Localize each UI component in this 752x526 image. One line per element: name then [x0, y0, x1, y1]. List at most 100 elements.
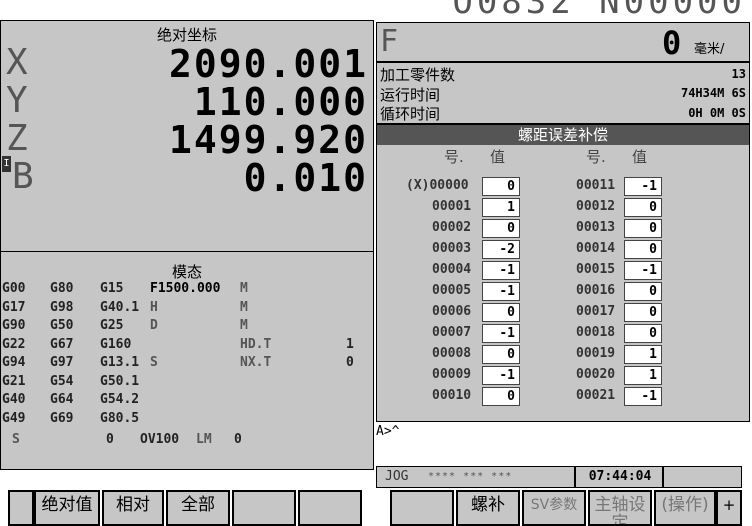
softkey-return[interactable] [8, 490, 34, 526]
pitch-number: 00010 [432, 388, 472, 403]
feed-unit: 毫米/ [694, 42, 725, 57]
softkey-relative[interactable]: 相对 [102, 490, 164, 526]
modal-code: H [150, 299, 158, 315]
modal-code: G13.1 [100, 355, 140, 370]
status-divider [574, 467, 576, 487]
pitch-number: 00006 [432, 304, 472, 319]
modal-code: S [150, 355, 158, 370]
modal-code: G54.2 [100, 392, 140, 407]
pitch-value-cell[interactable]: -1 [482, 282, 520, 301]
modal-code: G17 [2, 299, 26, 315]
pitch-value-cell[interactable]: 1 [624, 366, 662, 385]
cycle-time-label: 循环时间 [380, 105, 441, 123]
pitch-value-cell[interactable]: 0 [624, 198, 662, 217]
axis-row-z: Z 1499.920 [0, 118, 374, 162]
pitch-number: 00001 [432, 199, 472, 214]
pitch-number: 00017 [576, 304, 616, 319]
pitch-value-cell[interactable]: -2 [482, 240, 520, 259]
key-input-line[interactable]: A>^ [376, 424, 752, 442]
pitch-value-cell[interactable]: 0 [482, 177, 520, 196]
modal-lm-value: 0 [234, 432, 242, 447]
program-number: O0832 N00000 [452, 0, 746, 22]
pitch-number: (X)00000 [406, 178, 469, 193]
modal-code: G160 [100, 336, 132, 352]
modal-code: 1 [346, 336, 354, 352]
axis-value: 0.010 [243, 156, 368, 200]
feed-value: 0 [662, 24, 682, 62]
modal-s-value: 0 [106, 432, 114, 447]
modal-code: G64 [50, 392, 74, 407]
modal-code: NX.T [240, 355, 272, 370]
right-col-number-header: 号. [586, 148, 606, 166]
feed-letter: F [380, 24, 399, 59]
right-col-value-header: 值 [632, 148, 648, 166]
pitch-value-cell[interactable]: -1 [624, 387, 662, 406]
softkey-next[interactable]: + [716, 490, 742, 526]
pitch-value-cell[interactable]: 1 [482, 198, 520, 217]
pitch-number: 00012 [576, 199, 616, 214]
pitch-value-cell[interactable]: 0 [482, 303, 520, 322]
left-col-value-header: 值 [490, 148, 506, 166]
modal-code: G40 [2, 392, 26, 407]
softkey-blank-6[interactable] [390, 490, 454, 526]
softkey-blank-4[interactable] [232, 490, 296, 526]
modal-code: G97 [50, 355, 74, 370]
pitch-value-cell[interactable]: 0 [624, 324, 662, 343]
axis-row-y: Y 110.000 [0, 80, 374, 124]
pitch-value-cell[interactable]: 0 [482, 345, 520, 364]
modal-code: G67 [50, 336, 74, 352]
softkey-absolute[interactable]: 绝对值 [34, 490, 100, 526]
pitch-value-cell[interactable]: 0 [482, 387, 520, 406]
pitch-number: 00007 [432, 325, 472, 340]
softkey-blank-5[interactable] [298, 490, 362, 526]
pitch-value-cell[interactable]: -1 [624, 177, 662, 196]
softkey-sv-parameter[interactable]: SV参数 [522, 490, 586, 526]
softkey-operation[interactable]: (操作) [654, 490, 716, 526]
clock: 07:44:04 [588, 469, 652, 484]
pitch-number: 00013 [576, 220, 616, 235]
operation-mode: JOG [385, 469, 409, 484]
pitch-value-cell[interactable]: -1 [624, 261, 662, 280]
modal-lm-label: LM [196, 432, 212, 447]
modal-code: HD.T [240, 336, 272, 352]
parts-count-label: 加工零件数 [380, 66, 456, 84]
modal-code: G50.1 [100, 373, 140, 389]
pitch-value-cell[interactable]: -1 [482, 261, 520, 280]
softkey-pitch-compensation[interactable]: 螺补 [456, 490, 520, 526]
modal-s-label: S [12, 432, 20, 447]
pitch-number: 00018 [576, 325, 616, 340]
pitch-value-cell[interactable]: 0 [624, 219, 662, 238]
pitch-value-cell[interactable]: -1 [482, 366, 520, 385]
modal-code: M [240, 299, 248, 315]
axis-letter: Z [6, 118, 28, 159]
run-time-value: 74H34M 6S [680, 86, 746, 100]
status-indicators: **** *** *** [428, 471, 513, 482]
pitch-number: 00003 [432, 241, 472, 256]
modal-code: G90 [2, 318, 26, 333]
softkey-spindle-setting[interactable]: 主轴设定 [588, 490, 652, 526]
axis-letter: Y [6, 80, 28, 121]
softkey-all[interactable]: 全部 [166, 490, 230, 526]
axis-row-b: B 0.010 [0, 156, 374, 200]
modal-code: G21 [2, 373, 26, 389]
modal-code: G40.1 [100, 299, 140, 315]
modal-code: 0 [346, 355, 354, 370]
modal-code: F1500.000 [150, 281, 221, 296]
pitch-value-cell[interactable]: 0 [624, 303, 662, 322]
left-col-number-header: 号. [444, 148, 464, 166]
modal-code: G50 [50, 318, 74, 333]
modal-code: G22 [2, 336, 26, 352]
status-divider [662, 467, 664, 487]
pitch-number: 00019 [576, 346, 616, 361]
pitch-value-cell[interactable]: -1 [482, 324, 520, 343]
pitch-value-cell[interactable]: 0 [624, 282, 662, 301]
pitch-value-cell[interactable]: 0 [624, 240, 662, 259]
pitch-value-cell[interactable]: 0 [482, 219, 520, 238]
pitch-compensation-title: 螺距误差补偿 [377, 125, 749, 145]
modal-code: G49 [2, 410, 26, 426]
modal-code: G69 [50, 410, 74, 426]
pitch-number: 00014 [576, 241, 616, 256]
pitch-value-cell[interactable]: 1 [624, 345, 662, 364]
cycle-time-value: 0H 0M 0S [688, 106, 746, 120]
pitch-number: 00011 [576, 178, 616, 193]
